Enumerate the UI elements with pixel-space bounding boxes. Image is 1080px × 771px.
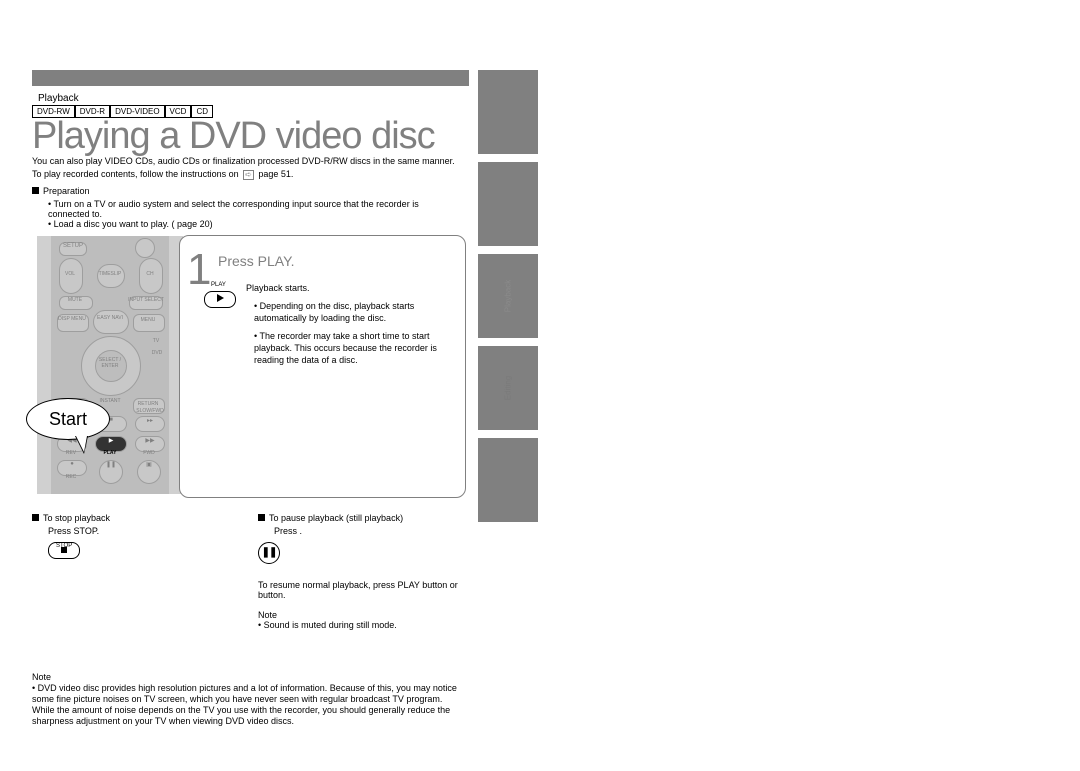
prep-item: • Turn on a TV or audio system and selec…	[48, 199, 462, 219]
stop-small-label: STOP	[56, 543, 72, 549]
bottom-note: Note • DVD video disc provides high reso…	[32, 672, 467, 727]
side-tab-label: Playback	[504, 280, 513, 312]
side-tab: Editing	[478, 346, 538, 430]
side-tab	[478, 70, 538, 154]
side-tab-active: Playback	[478, 254, 538, 338]
remote-body: SETUP VOL CH TIMESLIP MUTE INPUT SELECT …	[51, 236, 169, 494]
intro-line: You can also play VIDEO CDs, audio CDs o…	[32, 155, 462, 168]
play-triangle-icon	[217, 294, 224, 302]
bubble-tail	[76, 436, 87, 452]
intro-text: You can also play VIDEO CDs, audio CDs o…	[32, 155, 462, 181]
note-heading: Note	[32, 672, 467, 683]
step-line: • Depending on the disc, playback starts…	[254, 300, 456, 324]
stop-block: To stop playback Press STOP.	[32, 513, 232, 559]
resume-line: To resume normal playback, press PLAY bu…	[258, 580, 468, 600]
remote-btn-setup: SETUP	[59, 242, 87, 256]
page-ref-icon: ➪	[243, 170, 254, 180]
remote-skip-fwd: ▸▸	[135, 416, 165, 432]
step-panel: SETUP VOL CH TIMESLIP MUTE INPUT SELECT …	[32, 231, 465, 498]
play-button-icon	[204, 291, 236, 308]
side-tab	[478, 438, 538, 522]
square-bullet-icon	[32, 187, 39, 194]
stop-heading: To stop playback	[43, 513, 110, 523]
square-bullet-icon	[32, 514, 39, 521]
pause-block: To pause playback (still playback) Press…	[258, 513, 468, 630]
vol-label: VOL	[59, 271, 81, 277]
stop-line: Press STOP.	[48, 526, 232, 536]
intro-line: To play recorded contents, follow the in…	[32, 168, 462, 181]
prep-item: • Load a disc you want to play. ( page 2…	[48, 219, 462, 229]
page-title: Playing a DVD video disc	[32, 115, 435, 158]
note-text: • DVD video disc provides high resolutio…	[32, 683, 467, 727]
play-small-label: PLAY	[211, 282, 226, 288]
prep-heading: Preparation	[43, 186, 90, 196]
remote-open: ▣	[137, 460, 161, 484]
manual-page: Playback DVD-RW DVD-R DVD-VIDEO VCD CD P…	[0, 0, 1080, 771]
start-callout: Start	[26, 398, 110, 440]
side-tab-label: Editing	[504, 376, 513, 400]
timeslip-label: TIMESLIP	[91, 271, 129, 277]
step-number: 1	[187, 245, 211, 295]
section-label: Playback	[38, 93, 79, 104]
header-bar	[32, 70, 469, 86]
pause-button-icon: ❚❚	[258, 542, 280, 564]
pause-line: Press .	[274, 526, 468, 536]
preparation-block: Preparation • Turn on a TV or audio syst…	[32, 186, 462, 229]
ch-label: CH	[139, 271, 161, 277]
side-tab	[478, 162, 538, 246]
remote-btn	[135, 238, 155, 258]
step-title: Press PLAY.	[218, 253, 295, 269]
square-bullet-icon	[258, 514, 265, 521]
step-line: Playback starts.	[246, 282, 456, 294]
step-line: • The recorder may take a short time to …	[254, 330, 456, 366]
side-tabs: Playback Editing	[478, 70, 538, 530]
pause-bars-icon: ❚❚	[262, 547, 277, 558]
remote-easy	[93, 310, 129, 334]
pause-heading: To pause playback (still playback)	[269, 513, 403, 523]
note-line: • Sound is muted during still mode.	[258, 620, 468, 630]
note-heading: Note	[258, 610, 468, 620]
remote-pause: ❚❚	[99, 460, 123, 484]
remote-illustration: SETUP VOL CH TIMESLIP MUTE INPUT SELECT …	[37, 236, 183, 494]
step-body: Playback starts. • Depending on the disc…	[246, 282, 456, 372]
